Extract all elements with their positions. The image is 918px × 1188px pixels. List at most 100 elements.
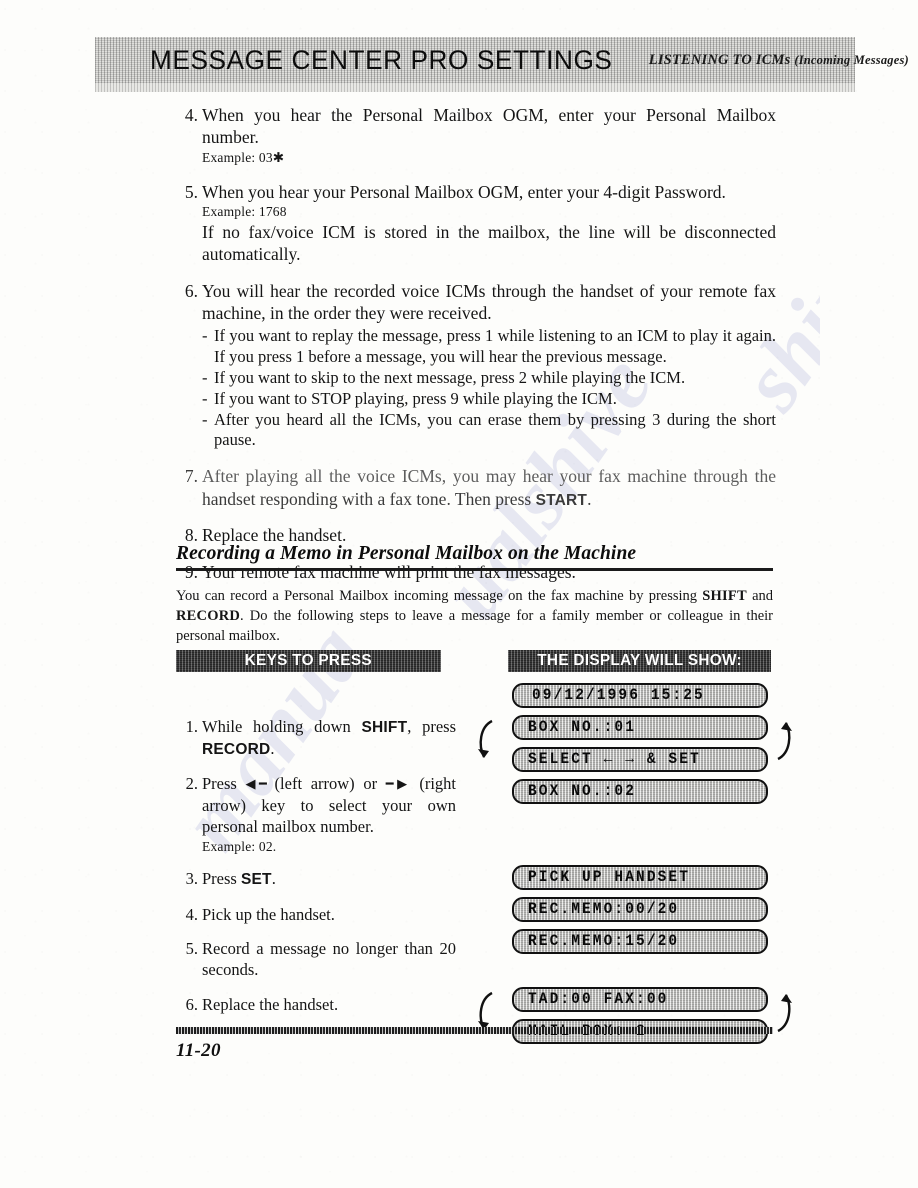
- keys-to-press-label: KEYS TO PRESS: [244, 652, 373, 669]
- keys-step-number: 1: [176, 716, 198, 737]
- scanned-page: shing.com ualshive manua MESSAGE CENTER …: [0, 0, 918, 1188]
- step-list: 4 When you hear the Personal Mailbox OGM…: [176, 104, 776, 583]
- keys-step-item: 2 Press ◀━ (left arrow) or ━▶ (right arr…: [176, 773, 456, 855]
- shift-key-label: SHIFT: [361, 719, 408, 736]
- lcd-text: 09/12/1996 15:25: [532, 687, 705, 704]
- keys-step-item: 6 Replace the handset.: [176, 994, 456, 1015]
- keys-step-list: 1 While holding down SHIFT, press RECORD…: [176, 716, 456, 1015]
- keys-step-text-mid: (left arrow) or: [265, 774, 386, 794]
- keys-step-text: Press: [202, 869, 241, 889]
- keys-step-number: 4: [176, 904, 198, 925]
- keys-step-text-end: .: [271, 869, 276, 889]
- lcd-text: REC.MEMO:00/20: [528, 901, 680, 918]
- display-group: BOX NO.:02: [470, 779, 810, 804]
- step-text-end: .: [587, 488, 592, 509]
- section-intro-paragraph: You can record a Personal Mailbox incomi…: [176, 586, 773, 646]
- step-number: 5: [176, 181, 198, 203]
- keys-step-text: While holding down: [202, 717, 362, 736]
- display-column: 09/12/1996 15:25 BOX NO.:01 SELECT ← → &…: [470, 683, 810, 1051]
- keys-step-text: Record a message no longer than 20 secon…: [202, 939, 456, 980]
- lcd-text: REC.MEMO:15/20: [528, 933, 680, 950]
- lcd-line: TAD:00 FAX:00: [512, 987, 768, 1012]
- step-text-continued: handset responding with a fax tone. Then…: [202, 488, 536, 509]
- sublist-item: If you want to replay the message, press…: [202, 326, 776, 368]
- keys-step-text-end: .: [270, 739, 275, 759]
- lcd-line: BOX NO.:01: [512, 715, 768, 740]
- display-will-show-label: THE DISPLAY WILL SHOW:: [537, 652, 742, 669]
- lcd-text: SELECT ← → & SET: [528, 751, 701, 768]
- step-sublist: If you want to replay the message, press…: [202, 326, 776, 451]
- page-title: MESSAGE CENTER PRO SETTINGS: [150, 44, 613, 75]
- step-item: 6 You will hear the recorded voice ICMs …: [176, 280, 776, 451]
- keys-step-item: 3 Press SET.: [176, 868, 456, 890]
- sublist-item: If you want to STOP playing, press 9 whi…: [202, 389, 776, 410]
- set-key-label: SET: [240, 871, 272, 889]
- section-heading: Recording a Memo in Personal Mailbox on …: [176, 543, 637, 564]
- lcd-line: 09/12/1996 15:25: [512, 683, 768, 708]
- record-key-label: RECORD: [176, 608, 241, 624]
- left-arrow-icon: ◀━: [245, 776, 267, 792]
- page-subtitle-paren: (Incoming Messages): [794, 52, 909, 67]
- step-text: When you hear the Personal Mailbox OGM, …: [202, 105, 776, 148]
- page-number: 11-20: [176, 1040, 221, 1061]
- step-text: When you hear your Personal Mailbox OGM,…: [202, 181, 726, 202]
- record-key-label: RECORD: [202, 741, 271, 759]
- step-item: 4 When you hear the Personal Mailbox OGM…: [176, 104, 776, 167]
- step-item: 5 When you hear your Personal Mailbox OG…: [176, 181, 776, 266]
- keys-to-press-banner: KEYS TO PRESS: [176, 650, 441, 672]
- lcd-text: PICK UP HANDSET: [528, 869, 691, 886]
- page-subtitle: LISTENING TO ICMs (Incoming Messages): [649, 52, 909, 69]
- keys-step-number: 5: [176, 938, 198, 959]
- keys-to-press-column: 1 While holding down SHIFT, press RECORD…: [176, 716, 456, 1028]
- display-group-loop: BOX NO.:01 SELECT ← → & SET: [470, 715, 810, 772]
- lcd-line: REC.MEMO:00/20: [512, 897, 768, 922]
- keys-step-text: Press: [202, 774, 246, 794]
- lcd-text: BOX NO.:02: [528, 783, 637, 800]
- keys-step-number: 6: [176, 994, 198, 1015]
- loop-arrow-left-icon: [478, 719, 493, 758]
- section-heading-rule: [176, 568, 773, 571]
- keys-step-item: 1 While holding down SHIFT, press RECORD…: [176, 716, 456, 760]
- shift-key-label: SHIFT: [702, 588, 747, 604]
- lcd-line: BOX NO.:02: [512, 779, 768, 804]
- intro-text-b: and: [746, 588, 774, 604]
- keys-step-text-mid: , press: [407, 717, 456, 736]
- loop-arrow-right-icon: [777, 722, 792, 761]
- intro-text-c: . Do the following steps to leave a mess…: [176, 608, 773, 644]
- intro-text-a: You can record a Personal Mailbox incomi…: [176, 588, 703, 604]
- step-text: You will hear the recorded voice ICMs th…: [202, 280, 776, 324]
- lcd-text: BOX NO.:01: [528, 719, 637, 736]
- step-number: 7: [176, 465, 198, 487]
- sublist-item: If you want to skip to the next message,…: [202, 368, 776, 389]
- keys-step-number: 2: [176, 773, 198, 794]
- display-will-show-banner: THE DISPLAY WILL SHOW:: [508, 650, 771, 672]
- lcd-line: SELECT ← → & SET: [512, 747, 768, 772]
- section-heading-block: Recording a Memo in Personal Mailbox on …: [176, 543, 773, 571]
- lcd-text: TAD:00 FAX:00: [528, 991, 669, 1008]
- start-key-label: START: [535, 491, 588, 509]
- keys-step-text: Pick up the handset.: [202, 904, 335, 924]
- step-number: 4: [176, 104, 198, 126]
- right-arrow-icon: ━▶: [385, 776, 412, 792]
- page-subtitle-main: LISTENING TO ICMs: [648, 51, 791, 68]
- step-text: After playing all the voice ICMs, you ma…: [202, 466, 776, 487]
- step-example: Example: 03✱: [202, 149, 285, 165]
- footer-rule: [176, 1027, 773, 1034]
- keys-step-number: 3: [176, 868, 198, 889]
- loop-arrow-right-icon: [777, 994, 792, 1033]
- step-text-secondary: If no fax/voice ICM is stored in the mai…: [202, 221, 776, 265]
- lcd-line: REC.MEMO:15/20: [512, 929, 768, 954]
- display-group: 09/12/1996 15:25: [470, 683, 810, 708]
- sublist-item: After you heard all the ICMs, you can er…: [202, 410, 776, 452]
- step-item: 7 After playing all the voice ICMs, you …: [176, 465, 776, 510]
- keys-step-text: Replace the handset.: [202, 994, 339, 1014]
- procedure-continued: 4 When you hear the Personal Mailbox OGM…: [176, 104, 776, 597]
- display-group: PICK UP HANDSET REC.MEMO:00/20 REC.MEMO:…: [470, 865, 810, 954]
- step-number: 6: [176, 280, 198, 302]
- keys-step-item: 4 Pick up the handset.: [176, 904, 456, 925]
- page-header-banner: MESSAGE CENTER PRO SETTINGS LISTENING TO…: [95, 37, 909, 92]
- step-example: Example: 1768: [202, 204, 287, 220]
- keys-step-item: 5 Record a message no longer than 20 sec…: [176, 938, 456, 981]
- keys-step-example: Example: 02.: [202, 838, 277, 854]
- display-group-loop: TAD:00 FAX:00 MAIL BOX: 2: [470, 987, 810, 1044]
